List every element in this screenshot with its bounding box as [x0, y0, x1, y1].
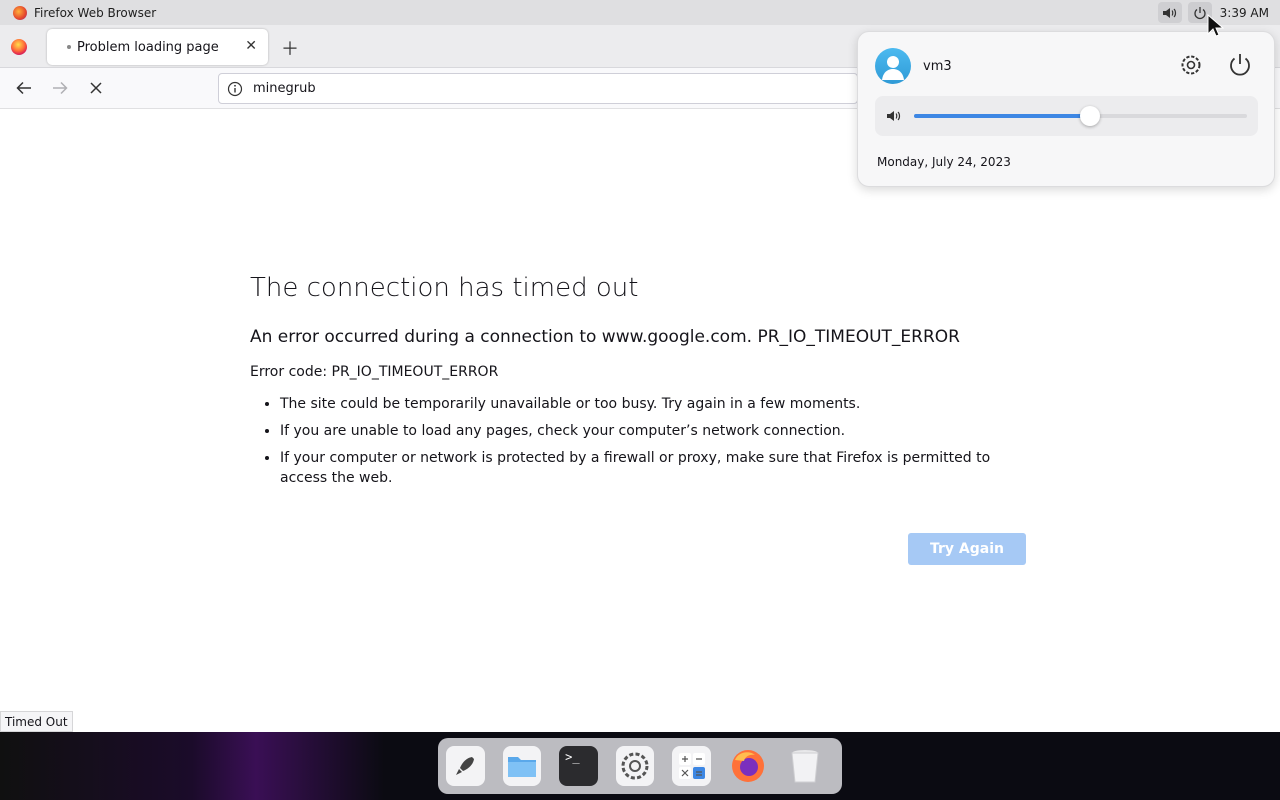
launcher-icon[interactable]	[446, 746, 485, 786]
error-code: Error code: PR_IO_TIMEOUT_ERROR	[250, 364, 499, 380]
volume-tray-button[interactable]	[1157, 2, 1182, 23]
close-tab-icon[interactable]: ✕	[245, 38, 257, 54]
volume-control	[875, 96, 1258, 136]
speaker-icon	[1162, 7, 1176, 18]
firefox-view-icon[interactable]	[11, 39, 27, 55]
back-icon[interactable]	[15, 79, 33, 97]
list-item: The site could be temporarily unavailabl…	[280, 394, 1030, 414]
speaker-icon[interactable]	[886, 109, 902, 123]
error-title: The connection has timed out	[250, 273, 639, 303]
error-subtitle: An error occurred during a connection to…	[250, 327, 960, 347]
system-top-bar: Firefox Web Browser 3:39 AM	[0, 0, 1280, 25]
tab-title: Problem loading page	[77, 39, 219, 55]
forward-icon[interactable]	[51, 79, 69, 97]
volume-slider-fill	[914, 114, 1090, 118]
list-item: If your computer or network is protected…	[280, 448, 1030, 488]
list-item: If you are unable to load any pages, che…	[280, 421, 1030, 441]
loading-dot-icon	[67, 45, 71, 49]
url-bar[interactable]: minegrub	[218, 73, 858, 104]
power-icon	[1194, 6, 1206, 19]
firefox-icon[interactable]	[729, 746, 768, 786]
system-menu-popup: vm3 Monday, July 24, 2023	[857, 31, 1275, 187]
error-page: The connection has timed out An error oc…	[250, 270, 1030, 565]
clock[interactable]: 3:39 AM	[1220, 6, 1269, 20]
settings-icon[interactable]	[615, 746, 655, 786]
mouse-pointer-icon	[1207, 14, 1225, 37]
site-info-icon[interactable]	[227, 81, 243, 97]
trash-icon[interactable]	[785, 746, 824, 786]
stop-icon[interactable]	[87, 79, 105, 97]
new-tab-icon[interactable]: ＋	[281, 35, 299, 61]
active-app-name[interactable]: Firefox Web Browser	[34, 6, 156, 20]
firefox-app-icon	[13, 5, 27, 20]
files-icon[interactable]	[502, 746, 542, 786]
tab-problem-loading[interactable]: Problem loading page ✕	[47, 29, 268, 65]
terminal-icon[interactable]: >_	[559, 746, 598, 786]
calculator-icon[interactable]	[672, 746, 711, 786]
gear-icon[interactable]	[1179, 53, 1203, 77]
power-icon[interactable]	[1227, 52, 1253, 78]
username: vm3	[923, 59, 952, 74]
avatar[interactable]	[875, 48, 911, 84]
suggestion-list: The site could be temporarily unavailabl…	[250, 394, 1030, 488]
dock: >_	[438, 738, 842, 794]
date-label: Monday, July 24, 2023	[877, 155, 1011, 169]
volume-slider-handle[interactable]	[1080, 106, 1100, 126]
status-panel: Timed Out	[0, 711, 73, 732]
volume-slider[interactable]	[914, 106, 1247, 126]
url-text: minegrub	[253, 81, 316, 96]
try-again-button[interactable]: Try Again	[908, 533, 1026, 565]
